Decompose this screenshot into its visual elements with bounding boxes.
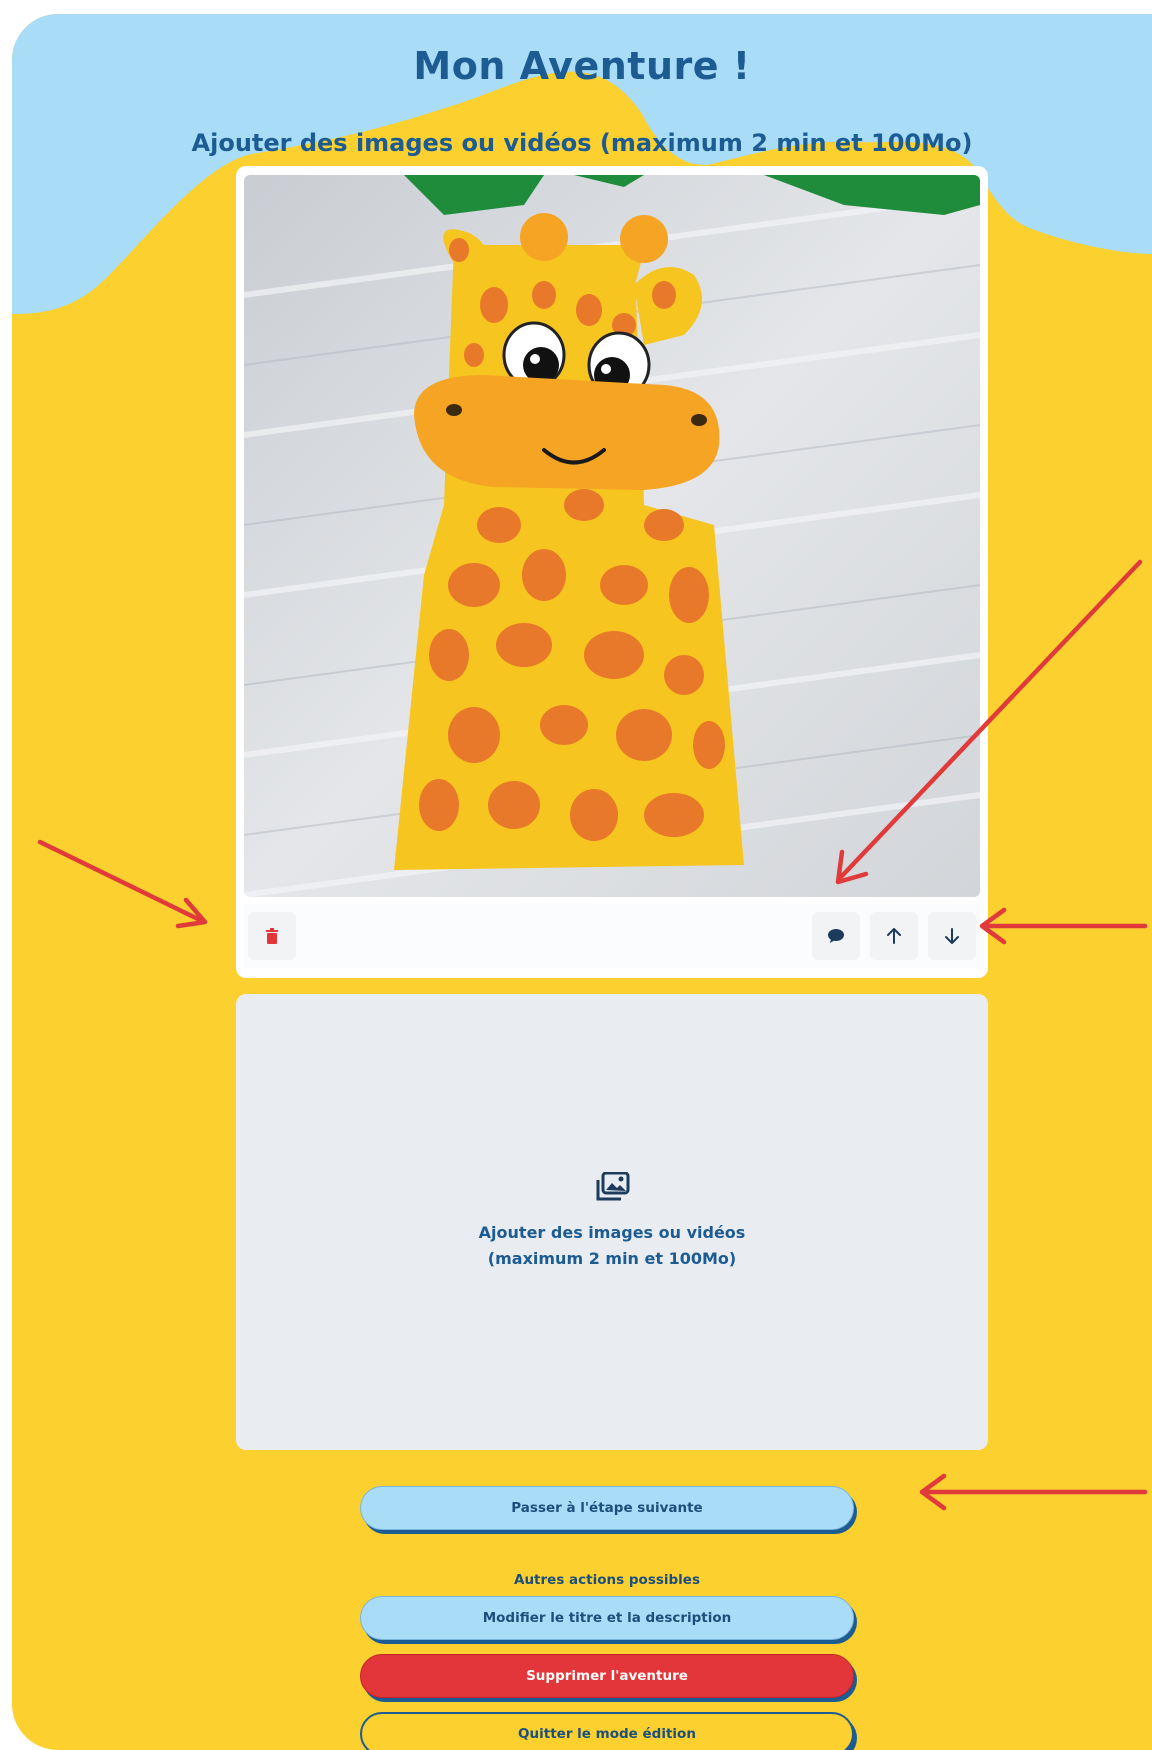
giraffe-photo bbox=[244, 175, 980, 897]
quit-edit-button[interactable]: Quitter le mode édition bbox=[360, 1712, 854, 1750]
media-toolbar bbox=[244, 904, 980, 968]
media-dropzone[interactable]: Ajouter des images ou vidéos (maximum 2 … bbox=[236, 994, 988, 1450]
dropzone-line-2: (maximum 2 min et 100Mo) bbox=[487, 1249, 737, 1268]
delete-media-button[interactable] bbox=[248, 912, 296, 960]
delete-adventure-button[interactable]: Supprimer l'aventure bbox=[360, 1654, 854, 1698]
speech-bubble-icon bbox=[828, 929, 844, 943]
arrow-up-icon bbox=[887, 928, 901, 944]
media-item-card bbox=[236, 166, 988, 978]
trash-icon bbox=[266, 928, 278, 944]
next-step-button[interactable]: Passer à l'étape suivante bbox=[360, 1486, 854, 1530]
adventure-card: Mon Aventure ! Ajouter des images ou vid… bbox=[12, 14, 1152, 1750]
edit-title-button[interactable]: Modifier le titre et la description bbox=[360, 1596, 854, 1640]
move-up-button[interactable] bbox=[870, 912, 918, 960]
comment-media-button[interactable] bbox=[812, 912, 860, 960]
page-title: Mon Aventure ! bbox=[413, 44, 751, 88]
dropzone-line-1: Ajouter des images ou vidéos bbox=[478, 1223, 746, 1242]
page-subtitle: Ajouter des images ou vidéos (maximum 2 … bbox=[191, 129, 973, 157]
arrow-down-icon bbox=[945, 928, 959, 944]
add-photos-icon bbox=[596, 1172, 630, 1201]
other-actions-label: Autres actions possibles bbox=[514, 1572, 700, 1588]
move-down-button[interactable] bbox=[928, 912, 976, 960]
dropzone-text: Ajouter des images ou vidéos (maximum 2 … bbox=[236, 1220, 988, 1272]
